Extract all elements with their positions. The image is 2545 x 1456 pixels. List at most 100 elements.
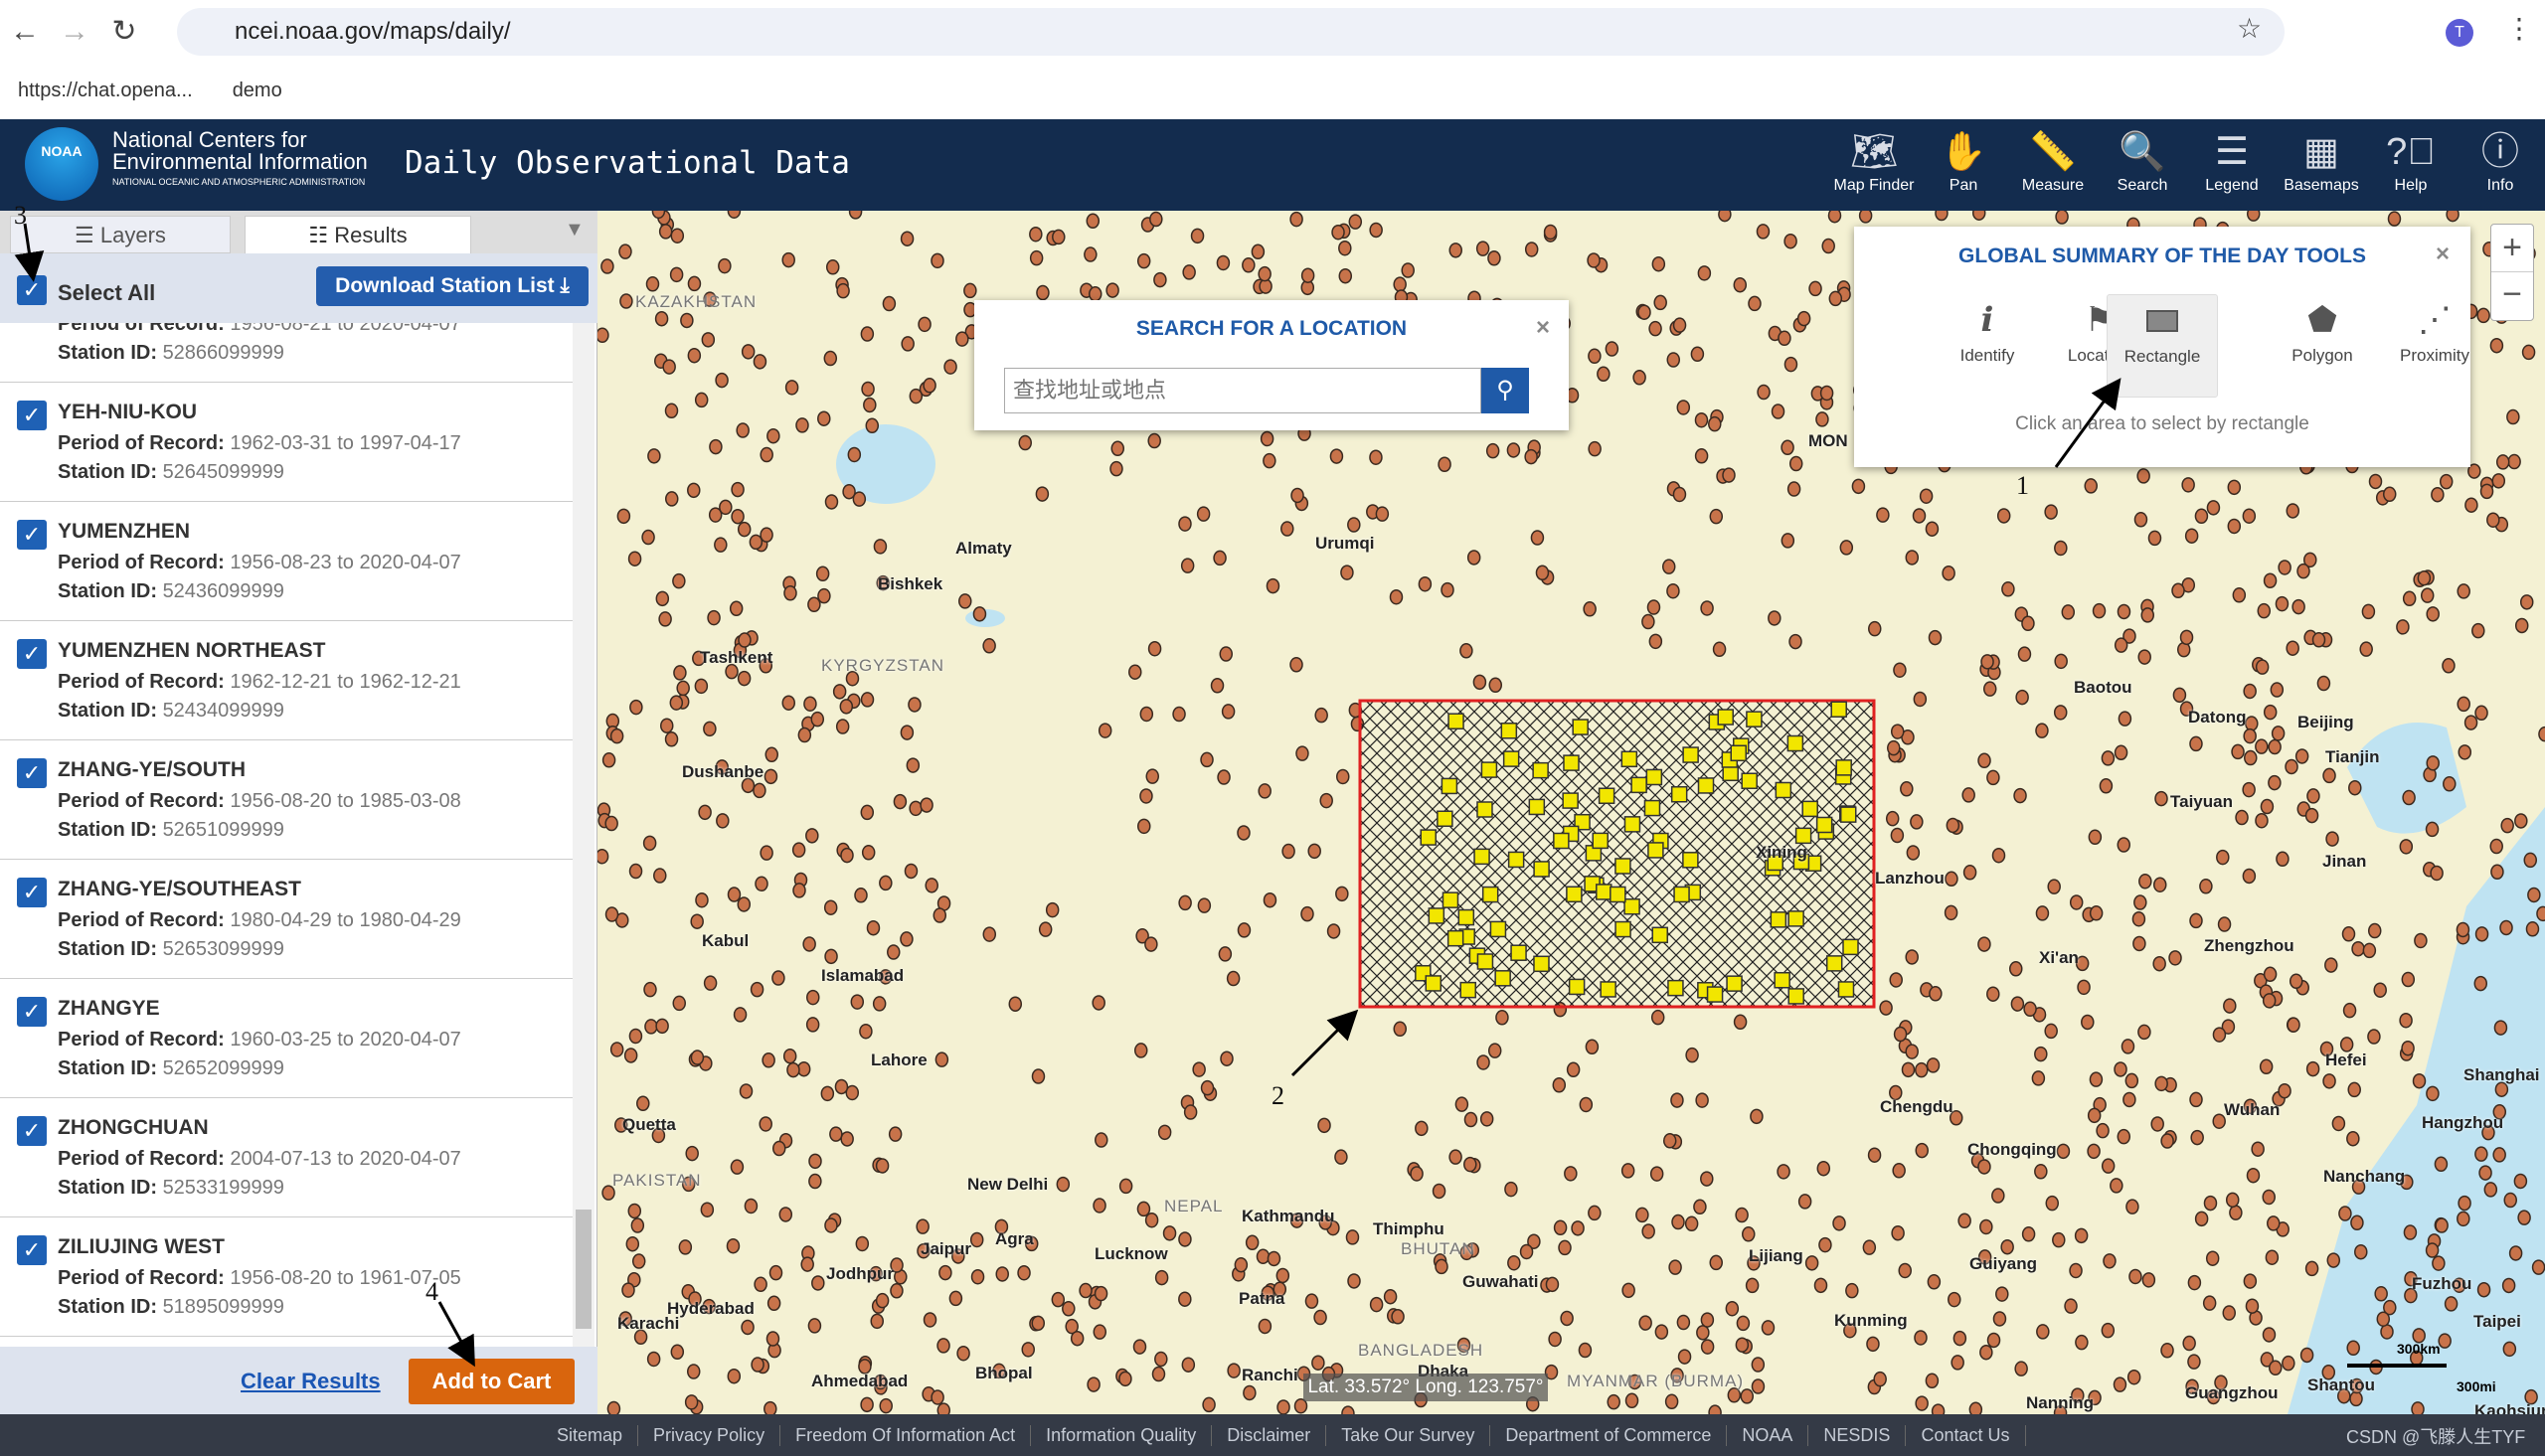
station-marker[interactable] [872,996,887,1012]
station-marker[interactable] [1696,1325,1710,1341]
station-list-item[interactable]: ✓ ZHANG-YE/SOUTHEAST Period of Record: 1… [0,860,573,979]
station-marker[interactable] [1757,384,1771,401]
station-marker[interactable] [1118,1178,1133,1195]
station-marker[interactable] [2121,1039,2135,1054]
station-marker[interactable] [1898,1262,1912,1279]
station-marker[interactable] [618,243,632,259]
selected-station-marker[interactable] [1623,897,1640,915]
station-marker[interactable] [1885,810,1900,827]
station-marker[interactable] [1485,442,1500,459]
station-marker[interactable] [1038,921,1053,937]
station-marker[interactable] [2187,1274,2202,1291]
station-marker[interactable] [1219,646,1234,662]
station-marker[interactable] [778,1207,793,1222]
selected-station-marker[interactable] [1598,787,1615,805]
station-marker[interactable] [662,359,676,375]
station-marker[interactable] [623,1048,638,1063]
station-marker[interactable] [1893,662,1907,678]
station-marker[interactable] [2179,629,2194,646]
selected-station-marker[interactable] [1476,953,1494,970]
station-marker[interactable] [1676,400,1691,415]
station-list-item[interactable]: ✓ YEH-NIU-KOU Period of Record: 1962-03-… [0,383,573,502]
station-marker[interactable] [1621,1282,1635,1299]
station-marker[interactable] [875,1158,890,1174]
station-marker[interactable] [2088,829,2103,846]
selected-station-marker[interactable] [1502,750,1520,767]
station-marker[interactable] [2478,1165,2492,1181]
station-marker[interactable] [1178,516,1192,532]
station-marker[interactable] [2444,1296,2459,1312]
station-marker[interactable] [970,1268,985,1285]
station-marker[interactable] [860,804,875,821]
station-marker[interactable] [2282,1355,2295,1372]
station-marker[interactable] [2036,1324,2050,1340]
station-marker[interactable] [2087,1107,2102,1124]
station-marker[interactable] [1133,1043,1148,1058]
footer-link[interactable]: Take Our Survey [1326,1424,1491,1446]
station-marker[interactable] [2304,807,2319,824]
station-marker[interactable] [860,692,875,708]
station-marker[interactable] [2501,1277,2516,1294]
station-marker[interactable] [2351,940,2365,957]
station-marker[interactable] [762,1052,775,1068]
station-marker[interactable] [786,1061,800,1078]
station-marker[interactable] [2260,798,2275,815]
station-marker[interactable] [2476,1281,2491,1298]
station-marker[interactable] [887,944,901,960]
station-marker[interactable] [2217,916,2232,932]
station-marker[interactable] [2061,604,2076,620]
station-marker[interactable] [2114,637,2128,653]
station-marker[interactable] [1335,886,1349,902]
station-marker[interactable] [645,276,660,292]
station-marker[interactable] [1979,1344,1993,1361]
station-marker[interactable] [694,392,709,408]
station-marker[interactable] [1913,691,1928,708]
station-marker[interactable] [854,888,868,903]
station-marker[interactable] [750,981,764,998]
station-marker[interactable] [1583,601,1597,617]
station-marker[interactable] [2140,607,2154,623]
footer-link[interactable]: Privacy Policy [638,1424,781,1446]
station-marker[interactable] [2053,705,2068,721]
station-marker[interactable] [628,1028,643,1045]
station-marker[interactable] [1927,1274,1942,1290]
station-marker[interactable] [2064,1298,2078,1314]
station-marker[interactable] [834,1078,849,1095]
footer-link[interactable]: Disclaimer [1212,1424,1327,1446]
station-marker[interactable] [771,1140,786,1157]
station-marker[interactable] [768,1264,783,1281]
station-marker[interactable] [643,981,657,998]
selected-station-marker[interactable] [1787,988,1804,1005]
station-marker[interactable] [806,989,820,1006]
footer-link[interactable]: NESDIS [1808,1424,1907,1446]
station-marker[interactable] [1851,478,1866,495]
station-marker[interactable] [1062,1301,1076,1317]
station-checkbox[interactable]: ✓ [17,1116,47,1146]
station-marker[interactable] [1662,1133,1677,1149]
station-marker[interactable] [840,847,854,864]
station-marker[interactable] [2471,622,2485,639]
station-marker[interactable] [1672,317,1687,333]
station-marker[interactable] [800,1256,814,1272]
station-marker[interactable] [2242,868,2257,885]
station-marker[interactable] [2376,1311,2391,1327]
station-marker[interactable] [2507,453,2521,470]
station-marker[interactable] [2275,595,2290,612]
station-marker[interactable] [2136,468,2150,484]
station-marker[interactable] [839,699,854,715]
station-marker[interactable] [1928,629,1943,646]
station-marker[interactable] [1914,1330,1928,1346]
collapse-chevron-icon[interactable]: ▼ [565,219,585,242]
station-marker[interactable] [2322,1073,2336,1089]
station-marker[interactable] [2122,1091,2136,1108]
station-marker[interactable] [1036,284,1050,301]
station-marker[interactable] [2527,887,2541,903]
station-marker[interactable] [2131,910,2146,927]
station-marker[interactable] [1543,224,1558,241]
station-marker[interactable] [1435,1258,1448,1275]
station-marker[interactable] [805,1017,820,1033]
station-marker[interactable] [1519,1243,1534,1260]
station-marker[interactable] [604,815,618,832]
station-marker[interactable] [2473,975,2488,992]
station-marker[interactable] [2270,682,2285,698]
